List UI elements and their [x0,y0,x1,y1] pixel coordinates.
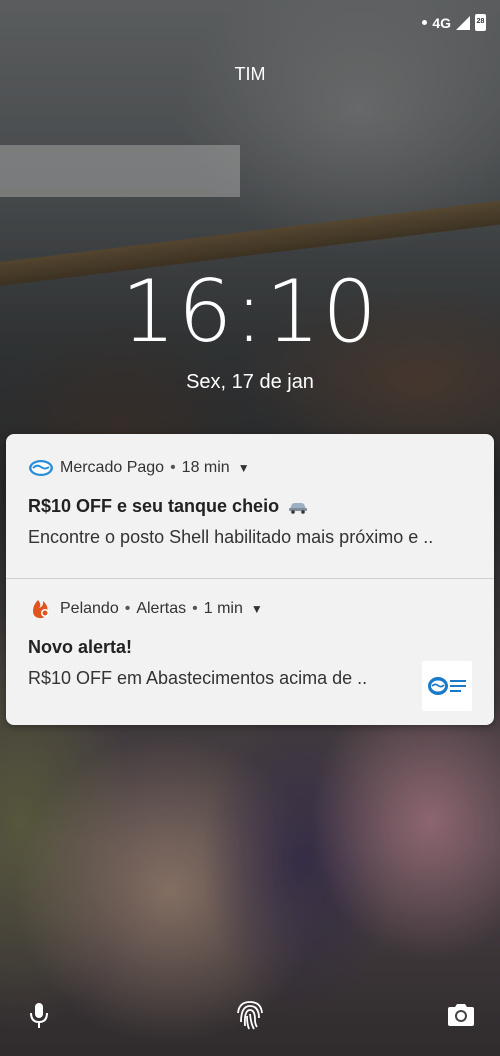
notification-header: Pelando • Alertas • 1 min ▼ [28,579,472,619]
separator-dot: • [124,600,131,617]
car-icon [289,502,308,514]
notification-title: Novo alerta! [28,637,133,657]
mercado-pago-icon [28,458,54,478]
notification-app-name: Mercado Pago [60,459,165,476]
notification-stack: Mercado Pago • 18 min ▼ R$10 OFF e seu t… [6,434,494,725]
battery-icon: 28 [475,14,486,31]
fingerprint-icon[interactable] [233,998,267,1032]
pelando-icon [28,599,54,619]
status-bar: 4G 28 [0,0,500,52]
separator-dot: • [192,600,198,617]
chevron-down-icon[interactable]: ▼ [251,602,263,616]
network-type: 4G [432,14,451,31]
lockscreen-clock: 16:10 [121,262,379,362]
notification-mercado-pago[interactable]: Mercado Pago • 18 min ▼ R$10 OFF e seu t… [6,434,494,579]
notification-channel: Alertas [136,600,187,617]
mercado-pago-logo-icon [428,677,466,695]
notification-header: Mercado Pago • 18 min ▼ [28,434,472,478]
signal-icon [456,15,470,30]
microphone-icon[interactable] [22,998,56,1032]
chevron-down-icon[interactable]: ▼ [238,461,250,475]
lockscreen-date: Sex, 17 de jan [186,371,314,393]
notification-thumbnail [422,661,472,711]
notification-dot-icon [422,20,428,25]
separator-dot: • [170,459,176,476]
notification-age: 1 min [203,600,243,617]
notification-title-row: Novo alerta! [28,637,472,658]
notification-age: 18 min [181,459,230,476]
notification-text: Encontre o posto Shell habilitado mais p… [28,527,434,547]
lockscreen-shortcuts [0,998,500,1038]
carrier-name: TIM [234,64,266,84]
camera-icon[interactable] [444,998,478,1032]
notification-title-row: R$10 OFF e seu tanque cheio [28,496,472,517]
notification-pelando[interactable]: Pelando • Alertas • 1 min ▼ Novo alerta!… [6,579,494,725]
notification-text: R$10 OFF em Abastecimentos acima de .. [28,668,368,688]
notification-title: R$10 OFF e seu tanque cheio [28,496,280,516]
notification-app-name: Pelando [60,600,119,617]
